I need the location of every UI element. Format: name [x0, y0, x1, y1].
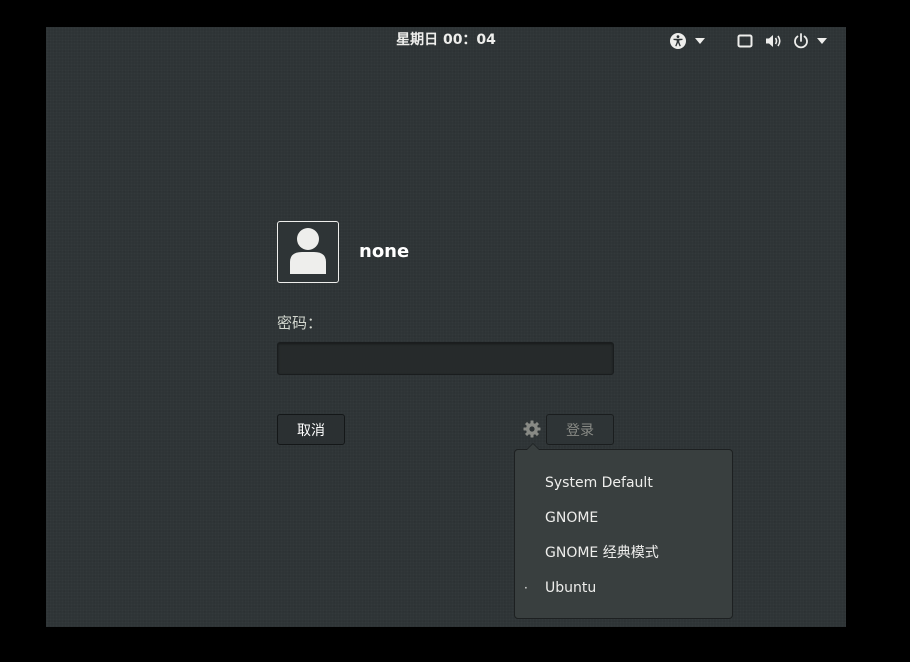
system-menu[interactable]	[737, 27, 827, 54]
accessibility-icon	[669, 32, 687, 50]
login-button-label: 登录	[566, 422, 594, 439]
gear-icon	[523, 420, 541, 442]
menu-item-gnome-classic[interactable]: GNOME 经典模式	[515, 536, 732, 571]
session-menu: System Default GNOME GNOME 经典模式 · Ubuntu	[514, 443, 733, 619]
clock[interactable]: 星期日 00：04	[46, 27, 846, 54]
password-input[interactable]	[277, 342, 614, 375]
accessibility-menu[interactable]	[669, 27, 705, 54]
login-screen: 星期日 00：04 none 密码： 取消 登录 System Default …	[46, 27, 846, 627]
menu-item-label: GNOME 经典模式	[545, 545, 659, 561]
menu-pointer	[526, 443, 540, 450]
session-menu-button[interactable]	[523, 420, 541, 438]
menu-item-gnome[interactable]: GNOME	[515, 501, 732, 536]
cancel-button[interactable]: 取消	[277, 414, 345, 445]
top-bar: 星期日 00：04	[46, 27, 846, 54]
volume-icon	[765, 33, 783, 49]
menu-item-label: Ubuntu	[545, 580, 597, 596]
user-avatar	[277, 221, 339, 283]
user-avatar-icon	[288, 226, 328, 278]
menu-item-ubuntu[interactable]: · Ubuntu	[515, 571, 732, 606]
menu-item-label: GNOME	[545, 510, 599, 526]
login-button[interactable]: 登录	[546, 414, 614, 445]
chevron-down-icon	[817, 37, 827, 44]
menu-item-label: System Default	[545, 475, 653, 491]
chevron-down-icon	[695, 37, 705, 44]
selected-indicator: ·	[524, 581, 528, 595]
username: none	[359, 241, 410, 262]
power-icon	[793, 32, 809, 49]
clock-label: 星期日 00：04	[396, 32, 496, 48]
password-label: 密码：	[277, 314, 323, 332]
menu-item-system-default[interactable]: System Default	[515, 466, 732, 501]
display-icon	[737, 33, 753, 49]
cancel-button-label: 取消	[297, 422, 325, 439]
